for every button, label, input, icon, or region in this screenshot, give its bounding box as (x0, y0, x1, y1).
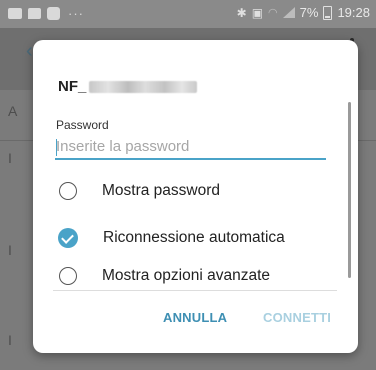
wifi-connect-dialog: NF_ Password Mostra password Riconnessio… (33, 40, 358, 353)
radio-unchecked-icon[interactable] (59, 182, 77, 200)
network-name-blur (89, 81, 198, 94)
dialog-divider (53, 290, 337, 291)
battery-percent: 7% (299, 5, 319, 20)
background-row-letter: I (8, 332, 12, 348)
radio-unchecked-icon[interactable] (59, 267, 77, 285)
image-icon (8, 8, 22, 19)
advanced-options-option[interactable]: Mostra opzioni avanzate (59, 264, 270, 288)
checkmark-circle-icon[interactable] (58, 228, 78, 248)
vibrate-icon: ▣ (251, 5, 264, 20)
background-row-letter: A (8, 103, 18, 119)
battery-icon (323, 5, 333, 20)
bluetooth-icon: ✱ (236, 5, 247, 20)
password-input[interactable] (55, 134, 326, 160)
connect-button[interactable]: CONNETTI (263, 310, 331, 325)
b-app-icon (47, 7, 60, 20)
auto-reconnect-option[interactable]: Riconnessione automatica (58, 226, 285, 250)
show-password-option[interactable]: Mostra password (59, 179, 220, 203)
auto-reconnect-label: Riconnessione automatica (103, 229, 285, 246)
overflow-icon: ··· (68, 6, 84, 21)
background-row-letter: I (8, 150, 12, 166)
text-cursor (56, 139, 57, 156)
chat-icon (28, 8, 41, 19)
password-label: Password (56, 118, 109, 132)
advanced-options-label: Mostra opzioni avanzate (102, 267, 271, 284)
cancel-button[interactable]: ANNULLA (163, 310, 227, 325)
background-row-letter: I (8, 242, 12, 258)
back-arrow-icon: ‹ (26, 40, 33, 62)
dialog-title: NF_ (58, 78, 198, 95)
wifi-icon: ◠ (268, 7, 278, 19)
clock: 19:28 (337, 5, 370, 20)
signal-icon (282, 7, 295, 18)
network-name: NF_ (58, 78, 87, 95)
dialog-scrollbar[interactable] (348, 102, 351, 278)
show-password-label: Mostra password (102, 182, 221, 199)
status-bar: ··· ✱ ▣ ◠ 7% 19:28 (0, 0, 376, 28)
